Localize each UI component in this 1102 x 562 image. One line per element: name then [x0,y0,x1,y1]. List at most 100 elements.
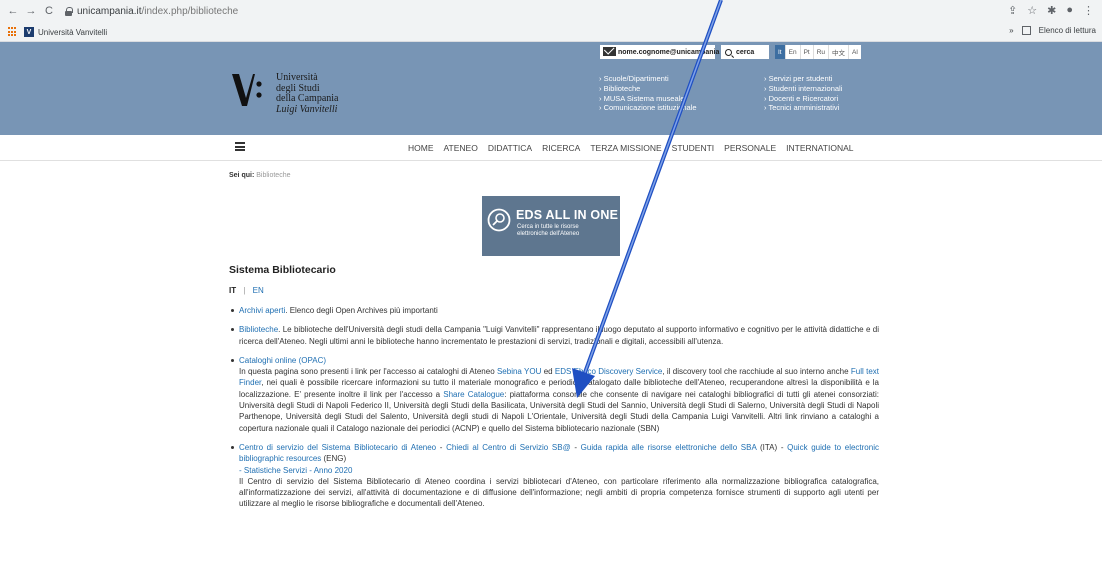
header-link[interactable]: Comunicazione istituzionale [599,103,697,113]
share-catalogue-link[interactable]: Share Catalogue [443,390,504,399]
breadcrumb-current: Biblioteche [256,172,291,179]
browser-toolbar-icons: ⇪ ☆ ✱ ● ⋮ [1008,4,1094,17]
language-selector: It En Pt Ru 中文 Al [775,45,861,59]
header-link[interactable]: Scuole/Dipartimenti [599,74,697,84]
item-text: - [570,442,581,452]
header-link[interactable]: Biblioteche [599,84,697,94]
lang-pt[interactable]: Pt [799,45,813,59]
nav-item-didattica[interactable]: DIDATTICA [488,143,532,153]
lang-al[interactable]: Al [848,45,861,59]
apps-grid-icon[interactable] [8,27,18,37]
statistiche-servizi-link[interactable]: - Statistiche Servizi - Anno 2020 [239,466,352,475]
nav-item-ricerca[interactable]: RICERCA [542,143,580,153]
back-icon[interactable]: ← [6,5,20,17]
lang-switch-en[interactable]: EN [253,286,264,295]
reading-list-button[interactable]: Elenco di lettura [1039,26,1096,35]
centro-servizio-link[interactable]: Centro di servizio del Sistema Bibliotec… [239,443,436,452]
eds-all-in-one-banner[interactable]: EDS ALL IN ONE Cerca in tutte le risorse… [482,196,620,256]
library-services-list: Archivi aperti. Elenco degli Open Archiv… [229,305,879,510]
eds-subtitle: Cerca in tutte le risorse elettroniche d… [517,224,579,238]
item-text: ed [541,367,555,377]
lock-icon [64,6,73,16]
search-label: cerca [736,48,755,56]
cataloghi-online-link[interactable]: Cataloghi online (OPAC) [239,356,326,365]
eds-ebsco-link[interactable]: EDS Ebsco Discovery Service [555,367,662,376]
logo-line: Luigi Vanvitelli [276,103,338,115]
eds-title: EDS ALL IN ONE [516,208,619,222]
email-label: nome.cognome@unicampania [618,48,720,56]
extensions-icon[interactable]: ✱ [1047,4,1056,17]
header-link[interactable]: Docenti e Ricercatori [764,94,842,104]
share-icon[interactable]: ⇪ [1008,4,1017,17]
search-icon [725,48,732,56]
lang-en[interactable]: En [784,45,800,59]
address-bar[interactable]: unicampania.it/index.php/biblioteche [77,6,238,17]
item-text: Il Centro di servizio del Sistema Biblio… [239,476,879,509]
nav-items: HOME ATENEO DIDATTICA RICERCA TERZA MISS… [408,143,864,153]
item-text: . Le biblioteche dell'Università degli s… [239,325,879,346]
nav-item-international[interactable]: INTERNATIONAL [786,143,853,153]
site-header [0,42,1102,135]
breadcrumb-label: Sei qui: [229,172,255,179]
list-item: Centro di servizio del Sistema Bibliotec… [231,442,879,510]
hamburger-menu-icon[interactable] [235,142,245,151]
item-text: , il discovery tool che racchiude al suo… [662,367,851,377]
list-item: Biblioteche. Le biblioteche dell'Univers… [231,324,879,347]
university-logo-text[interactable]: Università degli Studi della Campania Lu… [276,72,339,115]
page-title: Sistema Bibliotecario [229,264,336,276]
university-logo-icon[interactable] [232,70,262,110]
logo-line: Università [276,72,318,83]
lang-it[interactable]: It [775,45,785,59]
bookmarks-bar: V Università Vanvitelli » Elenco di lett… [0,22,1102,42]
reload-icon[interactable]: C [42,5,56,17]
header-links-col2: Servizi per studenti Studenti internazio… [764,74,842,113]
archivi-aperti-link[interactable]: Archivi aperti [239,306,285,315]
list-item: Archivi aperti. Elenco degli Open Archiv… [231,305,879,316]
header-link[interactable]: MUSA Sistema museale [599,94,697,104]
content-language-switch: IT | EN [229,286,879,295]
reading-list-icon [1021,26,1031,35]
nav-item-personale[interactable]: PERSONALE [724,143,776,153]
more-bookmarks-icon[interactable]: » [1009,26,1013,35]
profile-icon[interactable]: ● [1066,4,1073,17]
browser-chrome: ← → C unicampania.it/index.php/bibliotec… [0,0,1102,42]
eds-subtitle-line: Cerca in tutte le risorse [517,224,579,230]
sebina-you-link[interactable]: Sebina YOU [497,367,541,376]
menu-icon[interactable]: ⋮ [1083,4,1094,17]
chiedi-centro-link[interactable]: Chiedi al Centro di Servizio SB@ [446,443,571,452]
nav-item-studenti[interactable]: STUDENTI [672,143,715,153]
lang-switch-separator: | [243,286,246,295]
vanvitelli-favicon-icon: V [24,27,34,37]
lang-zh[interactable]: 中文 [828,45,848,59]
eds-subtitle-line: elettroniche dell'Ateneo [517,231,580,237]
forward-icon[interactable]: → [24,5,38,17]
nav-item-ateneo[interactable]: ATENEO [444,143,478,153]
address-bar-row: ← → C unicampania.it/index.php/bibliotec… [0,0,1102,22]
nav-item-terza-missione[interactable]: TERZA MISSIONE [590,143,661,153]
header-link[interactable]: Tecnici amministrativi [764,103,842,113]
lang-switch-it: IT [229,286,237,295]
url-host: unicampania.it [77,5,142,17]
nav-item-home[interactable]: HOME [408,143,434,153]
item-text: (ENG) [321,454,347,464]
header-links-col1: Scuole/Dipartimenti Biblioteche MUSA Sis… [599,74,697,113]
mail-icon [603,47,616,56]
webmail-button[interactable]: nome.cognome@unicampania [600,45,719,59]
header-tools: nome.cognome@unicampania cerca It En Pt … [600,45,861,59]
url-path: /index.php/biblioteche [141,5,239,17]
star-icon[interactable]: ☆ [1027,4,1037,17]
logo-line: della Campania [276,93,339,104]
guida-rapida-link[interactable]: Guida rapida alle risorse elettroniche d… [581,443,757,452]
biblioteche-link[interactable]: Biblioteche [239,325,278,334]
lang-ru[interactable]: Ru [812,45,828,59]
item-text: In questa pagina sono presenti i link pe… [239,367,497,377]
breadcrumb: Sei qui: Biblioteche [229,172,290,179]
header-link[interactable]: Studenti internazionali [764,84,843,94]
search-button[interactable]: cerca [721,45,769,59]
item-text: . Elenco degli Open Archives più importa… [285,306,438,315]
main-nav: HOME ATENEO DIDATTICA RICERCA TERZA MISS… [0,135,1102,161]
bookmark-item-vanvitelli[interactable]: Università Vanvitelli [38,28,107,37]
header-link[interactable]: Servizi per studenti [764,74,842,84]
reading-list-area: » Elenco di lettura [1009,26,1096,35]
eds-search-icon [487,208,511,232]
